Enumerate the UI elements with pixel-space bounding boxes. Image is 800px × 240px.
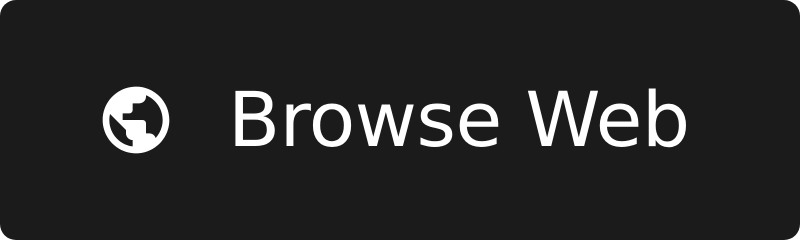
browse-web-button[interactable]: Browse Web: [0, 0, 800, 240]
globe-icon: [96, 80, 176, 160]
button-label: Browse Web: [228, 75, 690, 164]
